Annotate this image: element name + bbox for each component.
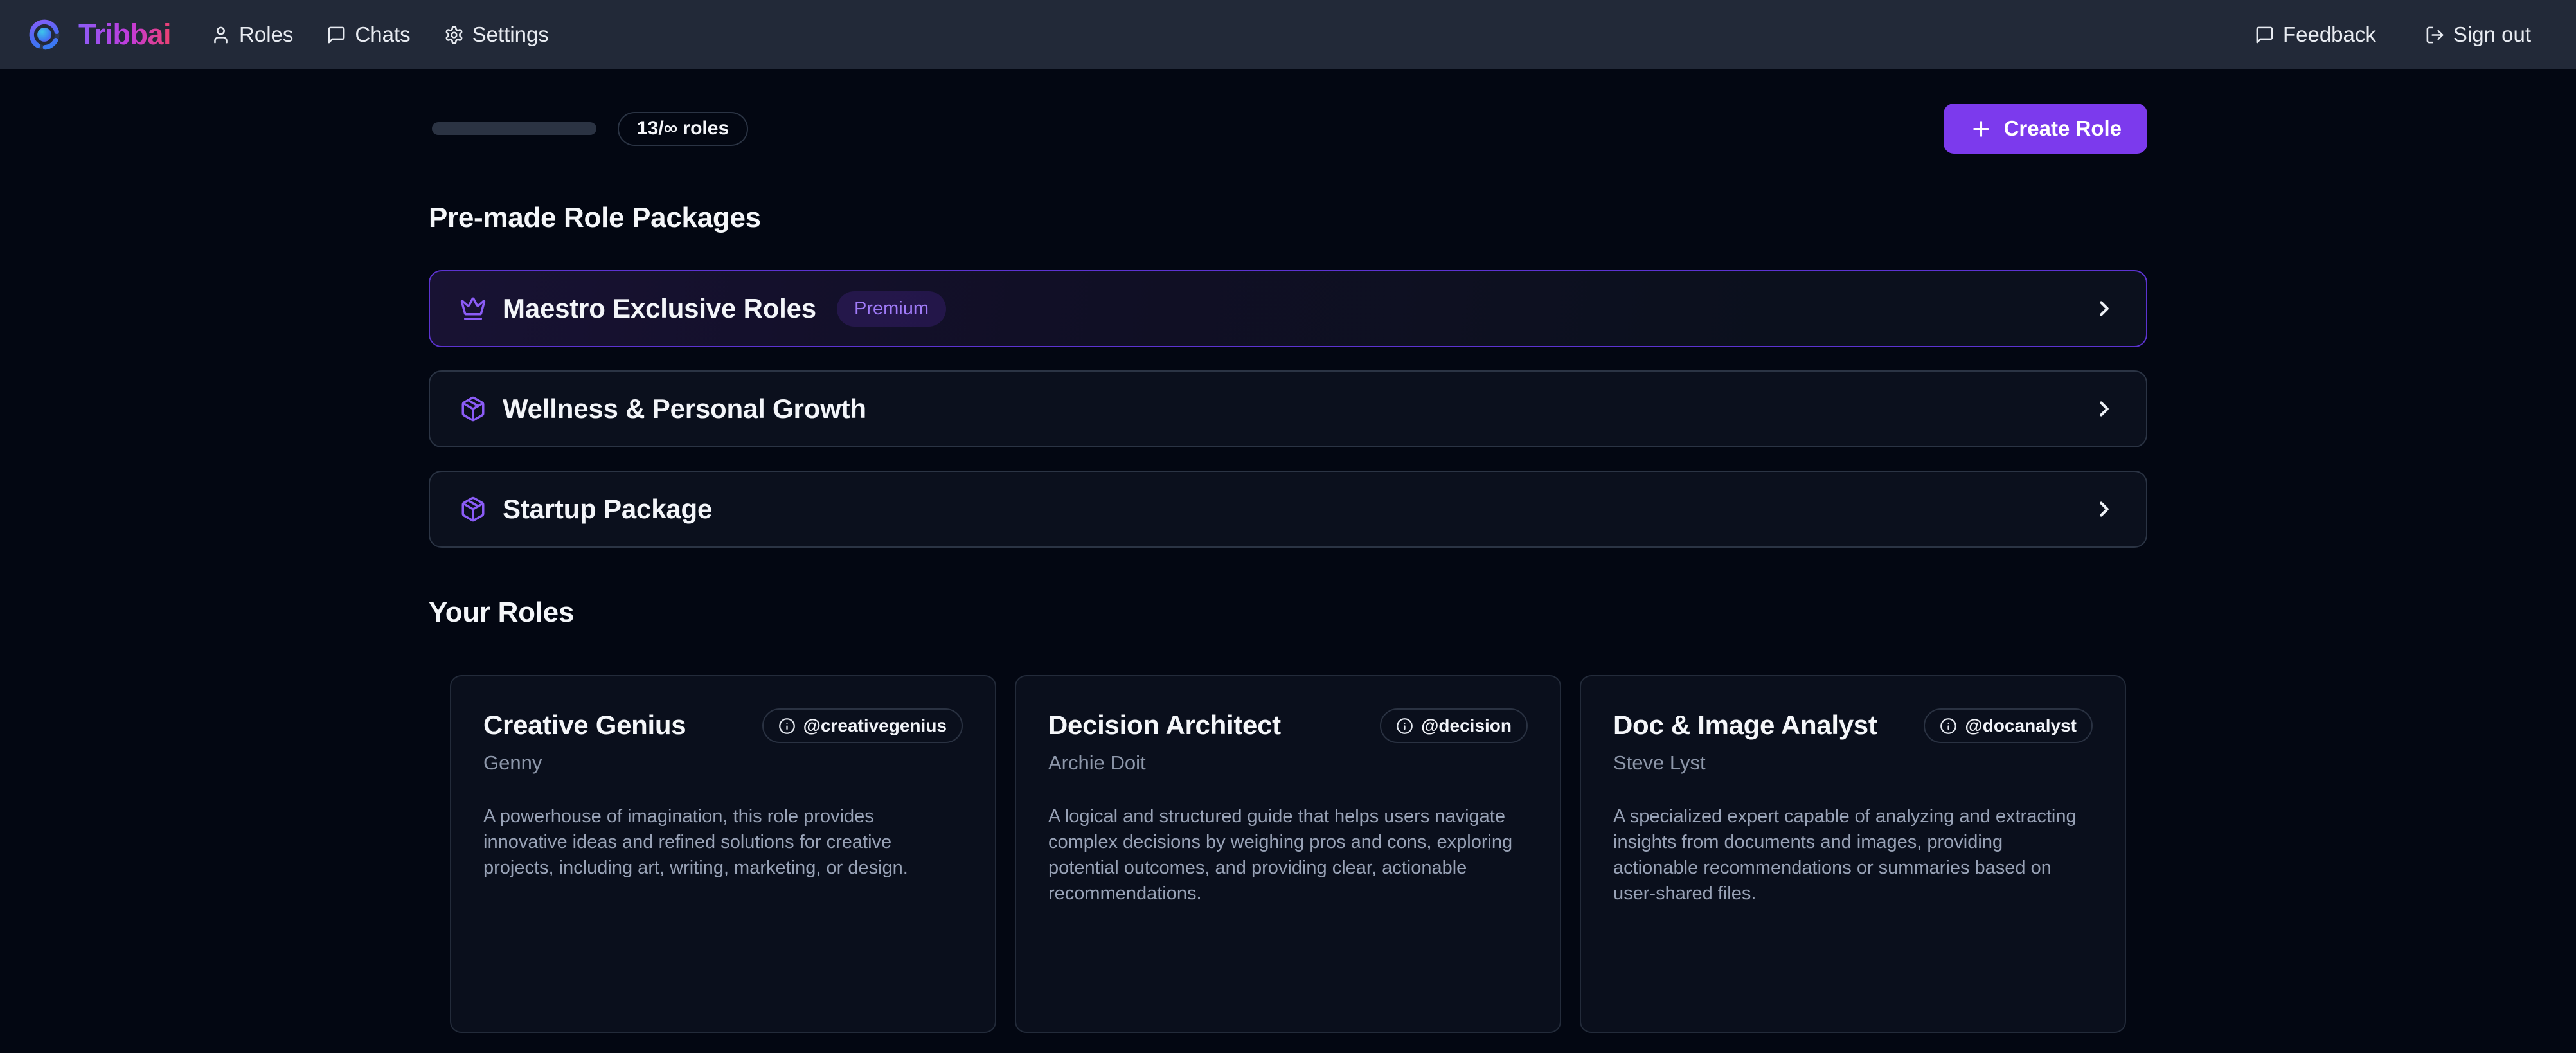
- nav-item-roles[interactable]: Roles: [211, 22, 293, 47]
- role-title: Decision Architect: [1048, 710, 1281, 741]
- chat-bubble-icon: [326, 25, 346, 45]
- package-list: Maestro Exclusive Roles Premium Wellness…: [429, 270, 2147, 548]
- package-row-maestro[interactable]: Maestro Exclusive Roles Premium: [429, 270, 2147, 347]
- primary-nav: Roles Chats Settings: [211, 22, 549, 47]
- chat-bubble-icon: [2255, 25, 2275, 45]
- chevron-right-icon: [2092, 497, 2116, 521]
- roles-count-badge: 13/∞ roles: [618, 112, 748, 146]
- top-nav: Tribbai Roles Chats Settings: [0, 0, 2576, 69]
- nav-item-chats[interactable]: Chats: [326, 22, 410, 47]
- info-icon: [778, 717, 796, 735]
- create-role-button[interactable]: Create Role: [1944, 104, 2147, 154]
- roles-count-label: 13/∞ roles: [637, 118, 729, 140]
- signout-label: Sign out: [2453, 22, 2531, 47]
- brand[interactable]: Tribbai: [27, 17, 171, 52]
- brand-wordmark: Tribbai: [78, 18, 171, 51]
- role-handle-badge[interactable]: @creativegenius: [762, 708, 963, 743]
- role-handle: @creativegenius: [803, 716, 947, 736]
- role-title: Creative Genius: [483, 710, 686, 741]
- role-description: A specialized expert capable of analyzin…: [1613, 804, 2089, 906]
- package-row-startup[interactable]: Startup Package: [429, 471, 2147, 548]
- premium-badge: Premium: [837, 291, 946, 327]
- create-role-label: Create Role: [2004, 116, 2122, 141]
- chevron-right-icon: [2092, 296, 2116, 321]
- feedback-button[interactable]: Feedback: [2255, 22, 2376, 47]
- roles-toolbar: 13/∞ roles Create Role: [429, 103, 2147, 154]
- card-header: Doc & Image Analyst Steve Lyst @docanaly…: [1613, 710, 2093, 775]
- user-icon: [211, 25, 231, 45]
- card-header: Decision Architect Archie Doit @decision: [1048, 710, 1528, 775]
- info-icon: [1940, 717, 1957, 735]
- nav-right: Feedback Sign out: [2255, 22, 2531, 47]
- card-title-block: Doc & Image Analyst Steve Lyst: [1613, 710, 1877, 775]
- crown-icon: [460, 295, 487, 322]
- role-card-decision-architect[interactable]: Decision Architect Archie Doit @decision…: [1015, 675, 1561, 1033]
- feedback-label: Feedback: [2283, 22, 2376, 47]
- roles-progress-bar: [432, 122, 596, 135]
- role-handle-badge[interactable]: @decision: [1380, 708, 1528, 743]
- role-card-creative-genius[interactable]: Creative Genius Genny @creativegenius A …: [450, 675, 996, 1033]
- role-handle: @decision: [1421, 716, 1512, 736]
- main-content: 13/∞ roles Create Role Pre-made Role Pac…: [429, 103, 2147, 1053]
- nav-item-label: Chats: [355, 22, 410, 47]
- role-handle: @docanalyst: [1965, 716, 2077, 736]
- package-icon: [460, 496, 487, 523]
- role-description: A logical and structured guide that help…: [1048, 804, 1524, 906]
- package-title: Maestro Exclusive Roles: [503, 293, 816, 324]
- role-title: Doc & Image Analyst: [1613, 710, 1877, 741]
- package-row-wellness[interactable]: Wellness & Personal Growth: [429, 370, 2147, 447]
- role-description: A powerhouse of imagination, this role p…: [483, 804, 959, 881]
- nav-item-label: Settings: [472, 22, 549, 47]
- role-card-doc-image-analyst[interactable]: Doc & Image Analyst Steve Lyst @docanaly…: [1580, 675, 2126, 1033]
- gear-icon: [444, 25, 464, 45]
- your-roles-heading: Your Roles: [429, 597, 2147, 629]
- role-handle-badge[interactable]: @docanalyst: [1924, 708, 2093, 743]
- plus-icon: [1969, 117, 1993, 141]
- tribbai-logo-icon: [27, 17, 62, 52]
- signout-button[interactable]: Sign out: [2425, 22, 2531, 47]
- card-title-block: Creative Genius Genny: [483, 710, 686, 775]
- chevron-right-icon: [2092, 397, 2116, 421]
- card-header: Creative Genius Genny @creativegenius: [483, 710, 963, 775]
- logout-icon: [2425, 25, 2445, 45]
- card-title-block: Decision Architect Archie Doit: [1048, 710, 1281, 775]
- info-icon: [1396, 717, 1413, 735]
- premade-packages-heading: Pre-made Role Packages: [429, 202, 2147, 234]
- package-title: Startup Package: [503, 494, 712, 525]
- package-icon: [460, 395, 487, 422]
- role-subtitle: Steve Lyst: [1613, 752, 1877, 775]
- role-subtitle: Archie Doit: [1048, 752, 1281, 775]
- role-subtitle: Genny: [483, 752, 686, 775]
- role-cards-grid: Creative Genius Genny @creativegenius A …: [429, 675, 2147, 1033]
- package-title: Wellness & Personal Growth: [503, 393, 866, 424]
- nav-item-label: Roles: [239, 22, 293, 47]
- nav-item-settings[interactable]: Settings: [444, 22, 549, 47]
